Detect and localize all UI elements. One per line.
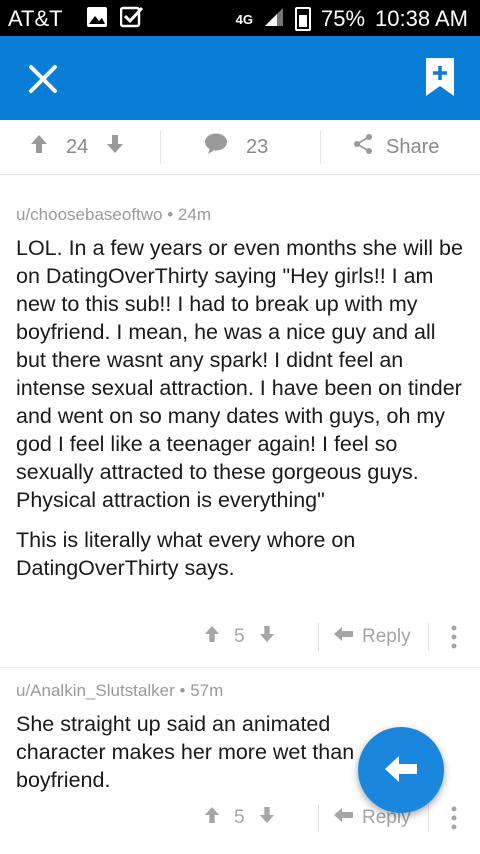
share-icon <box>352 133 374 161</box>
upvote-icon[interactable] <box>204 625 220 649</box>
network-type-label: 4G <box>235 11 253 27</box>
comment-age: 24m <box>177 205 211 224</box>
action-separator <box>160 130 161 164</box>
close-icon[interactable] <box>26 62 60 96</box>
bookmark-add-icon[interactable] <box>426 58 454 96</box>
comment-meta: u/choosebaseoftwo • 24m <box>16 205 470 225</box>
reply-arrow-icon <box>334 626 354 648</box>
downvote-icon[interactable] <box>259 806 275 830</box>
battery-percent: 75% <box>321 6 366 31</box>
reply-button[interactable]: Reply <box>334 617 411 657</box>
comment-score: 5 <box>234 807 245 828</box>
comment-body: She straight up said an animated charact… <box>16 710 366 794</box>
downvote-icon[interactable] <box>106 134 124 160</box>
app-bar <box>0 36 480 120</box>
reply-arrow-icon <box>334 807 354 829</box>
comment-vote-group: 5 <box>204 798 275 838</box>
clock: 10:38 AM <box>375 6 468 31</box>
meta-separator: • <box>179 681 191 700</box>
comment-body: LOL. In a few years or even months she w… <box>16 234 470 582</box>
comment: u/choosebaseoftwo • 24m LOL. In a few ye… <box>16 205 470 582</box>
comment-author[interactable]: u/Analkin_Slutstalker <box>16 681 175 700</box>
upvote-icon[interactable] <box>30 134 48 160</box>
share-button[interactable]: Share <box>352 120 439 174</box>
status-bar: AT&T 4G 75% 10:38 AM <box>0 0 480 36</box>
carrier-name: AT&T <box>8 6 63 31</box>
action-separator <box>428 623 429 651</box>
comment-icon <box>204 133 228 161</box>
comment-paragraph: She straight up said an animated charact… <box>16 712 355 792</box>
reply-fab-icon <box>385 756 417 782</box>
downvote-icon[interactable] <box>259 625 275 649</box>
action-separator <box>428 804 429 832</box>
post-score: 24 <box>66 135 89 158</box>
check-notification-icon <box>119 6 144 33</box>
comments-button[interactable]: 23 <box>204 120 268 174</box>
battery-icon <box>295 7 311 31</box>
gallery-notification-icon <box>86 6 108 33</box>
reply-fab[interactable] <box>358 727 444 813</box>
more-options-icon[interactable] <box>450 625 458 649</box>
comment-age: 57m <box>190 681 224 700</box>
meta-separator: • <box>167 205 178 224</box>
upvote-icon[interactable] <box>204 806 220 830</box>
comment-count: 23 <box>246 135 269 158</box>
more-options-icon[interactable] <box>450 806 458 830</box>
post-action-bar: 24 23 Share <box>0 120 480 175</box>
comment: u/Analkin_Slutstalker • 57m She straight… <box>16 681 366 794</box>
action-separator <box>318 623 319 651</box>
comment-vote-group: 5 <box>204 617 275 657</box>
comment-divider <box>0 667 480 668</box>
action-separator <box>318 804 319 832</box>
reply-label: Reply <box>362 626 411 647</box>
action-separator <box>320 130 321 164</box>
signal-icon <box>263 6 285 32</box>
comment-meta: u/Analkin_Slutstalker • 57m <box>16 681 366 701</box>
post-vote-group: 24 <box>30 120 124 174</box>
comment-paragraph: LOL. In a few years or even months she w… <box>16 236 463 512</box>
comment-action-bar: 5 Reply <box>0 617 480 657</box>
comment-paragraph: This is literally what every whore on Da… <box>16 528 356 580</box>
share-label: Share <box>386 135 440 158</box>
comment-score: 5 <box>234 626 245 647</box>
comment-author[interactable]: u/choosebaseoftwo <box>16 205 163 224</box>
